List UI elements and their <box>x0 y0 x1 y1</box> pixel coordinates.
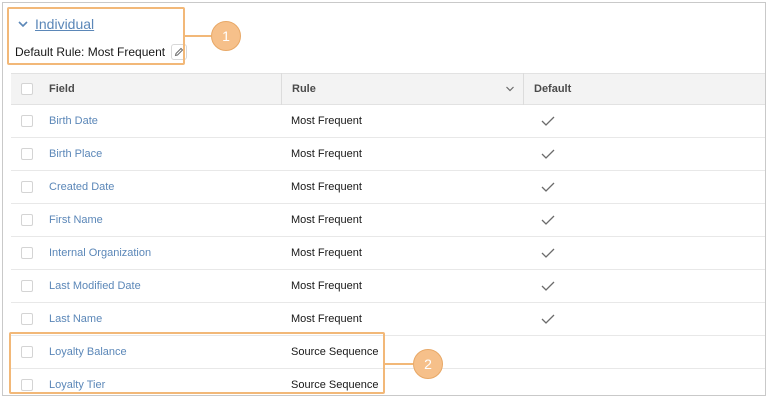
row-checkbox[interactable] <box>21 379 33 391</box>
default-rule: Default Rule: Most Frequent <box>15 43 188 61</box>
field-name-link[interactable]: Loyalty Balance <box>49 346 127 358</box>
table-body: Birth Date Most Frequent Birth Place Most F… <box>11 105 765 395</box>
default-cell <box>523 116 765 126</box>
row-checkbox[interactable] <box>21 247 33 259</box>
table-row: Birth Place Most Frequent <box>11 138 765 171</box>
default-rule-label: Default Rule: Most Frequent <box>15 45 166 59</box>
rule-value: Most Frequent <box>291 148 362 160</box>
row-checkbox[interactable] <box>21 214 33 226</box>
row-checkbox[interactable] <box>21 346 33 358</box>
rule-value: Source Sequence <box>291 346 379 358</box>
checkmark-icon <box>541 248 555 258</box>
rule-value: Most Frequent <box>291 247 362 259</box>
edit-default-rule-button[interactable] <box>171 44 188 60</box>
table-row: Created Date Most Frequent <box>11 171 765 204</box>
rule-value: Most Frequent <box>291 214 362 226</box>
pencil-icon <box>174 47 184 57</box>
checkmark-icon <box>541 182 555 192</box>
row-checkbox[interactable] <box>21 148 33 160</box>
default-cell <box>523 215 765 225</box>
section-header: Individual <box>17 15 94 33</box>
default-cell <box>523 248 765 258</box>
column-header-field: Field <box>49 83 75 95</box>
fields-table: Field Rule Default Birth Date Most Freque… <box>11 73 765 395</box>
section-title-link[interactable]: Individual <box>35 16 94 32</box>
callout-connector-2 <box>385 363 413 365</box>
table-row: First Name Most Frequent <box>11 204 765 237</box>
table-header: Field Rule Default <box>11 73 765 105</box>
callout-badge-2: 2 <box>413 349 443 379</box>
row-checkbox[interactable] <box>21 313 33 325</box>
table-row: Last Modified Date Most Frequent <box>11 270 765 303</box>
column-header-default: Default <box>523 73 765 105</box>
default-cell <box>523 281 765 291</box>
default-cell <box>523 182 765 192</box>
table-row: Birth Date Most Frequent <box>11 105 765 138</box>
field-name-link[interactable]: Loyalty Tier <box>49 379 105 391</box>
checkmark-icon <box>541 149 555 159</box>
rule-value: Most Frequent <box>291 313 362 325</box>
chevron-down-icon[interactable] <box>505 84 515 94</box>
table-row: Last Name Most Frequent <box>11 303 765 336</box>
rule-value: Most Frequent <box>291 115 362 127</box>
field-name-link[interactable]: Internal Organization <box>49 247 151 259</box>
checkmark-icon <box>541 281 555 291</box>
select-all-checkbox[interactable] <box>21 83 33 95</box>
callout-connector-1 <box>185 35 211 37</box>
rule-value: Most Frequent <box>291 280 362 292</box>
chevron-down-icon[interactable] <box>17 18 29 30</box>
default-cell <box>523 314 765 324</box>
row-checkbox[interactable] <box>21 181 33 193</box>
merge-rules-panel: Individual Default Rule: Most Frequent F… <box>2 2 766 396</box>
field-name-link[interactable]: Birth Date <box>49 115 98 127</box>
field-name-link[interactable]: Birth Place <box>49 148 102 160</box>
column-header-rule-label: Rule <box>292 83 316 95</box>
checkmark-icon <box>541 116 555 126</box>
field-name-link[interactable]: First Name <box>49 214 103 226</box>
field-name-link[interactable]: Last Modified Date <box>49 280 141 292</box>
field-name-link[interactable]: Last Name <box>49 313 102 325</box>
checkmark-icon <box>541 215 555 225</box>
field-name-link[interactable]: Created Date <box>49 181 114 193</box>
default-cell <box>523 149 765 159</box>
table-row: Loyalty Tier Source Sequence <box>11 369 765 395</box>
table-row: Internal Organization Most Frequent <box>11 237 765 270</box>
rule-value: Source Sequence <box>291 379 379 391</box>
row-checkbox[interactable] <box>21 280 33 292</box>
column-header-rule: Rule <box>281 73 523 105</box>
rule-value: Most Frequent <box>291 181 362 193</box>
callout-badge-1: 1 <box>211 21 241 51</box>
checkmark-icon <box>541 314 555 324</box>
row-checkbox[interactable] <box>21 115 33 127</box>
